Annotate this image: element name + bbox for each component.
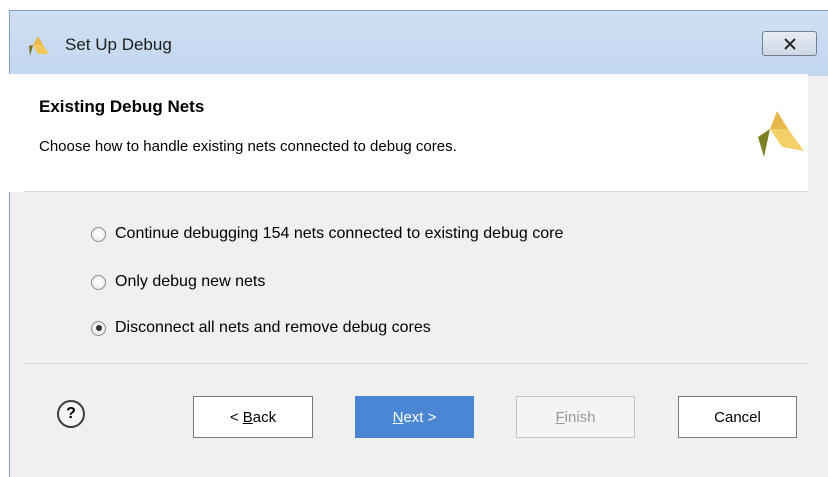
finish-mnemonic: F [555, 408, 565, 426]
finish-button[interactable]: Finish [516, 396, 635, 438]
option-label: Disconnect all nets and remove debug cor… [115, 319, 431, 336]
radio-only-new-nets[interactable] [91, 274, 106, 290]
wizard-header [1, 74, 808, 192]
page-title: Existing Debug Nets [39, 97, 205, 116]
next-mnemonic: N [392, 408, 404, 426]
footer-divider [24, 363, 808, 364]
radio-disconnect-all[interactable] [91, 320, 106, 336]
next-rest: ext > [403, 408, 437, 426]
vivado-logo-icon [758, 111, 804, 157]
next-button[interactable]: Next > [355, 396, 474, 438]
option-continue-debugging[interactable]: Continue debugging 154 nets connected to… [91, 224, 563, 244]
vivado-app-icon [29, 36, 49, 56]
option-label: Only debug new nets [115, 273, 266, 290]
option-label: Continue debugging 154 nets connected to… [115, 225, 564, 242]
finish-rest: inish [564, 408, 596, 426]
cancel-label: Cancel [714, 408, 761, 426]
cancel-button[interactable]: Cancel [678, 396, 797, 438]
back-rest: ack [252, 408, 277, 426]
back-button[interactable]: < Back [193, 396, 313, 438]
close-x-icon [783, 37, 796, 50]
header-divider [24, 191, 808, 192]
window-title: Set Up Debug [65, 35, 172, 54]
option-only-new-nets[interactable]: Only debug new nets [91, 272, 265, 292]
back-mnemonic: B [242, 408, 253, 426]
page-description: Choose how to handle existing nets conne… [39, 138, 457, 155]
help-icon: ? [66, 405, 76, 422]
help-button[interactable]: ? [57, 400, 85, 428]
back-prefix: < [229, 408, 243, 426]
radio-continue-debugging[interactable] [91, 226, 106, 242]
title-bar[interactable]: Set Up Debug [10, 11, 828, 76]
option-disconnect-all[interactable]: Disconnect all nets and remove debug cor… [91, 318, 431, 338]
close-button[interactable] [762, 31, 817, 56]
radio-selected-dot [95, 325, 102, 331]
